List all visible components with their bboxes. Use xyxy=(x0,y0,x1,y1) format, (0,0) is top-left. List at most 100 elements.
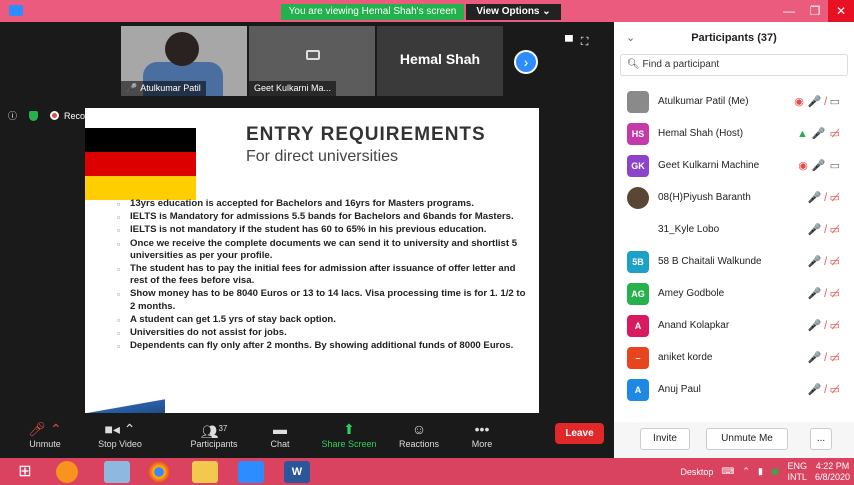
more-button[interactable]: ••• More xyxy=(462,419,502,449)
participant-row[interactable]: Atulkumar Patil (Me) ◉🎤̸▭ xyxy=(614,86,854,118)
invite-button[interactable]: Invite xyxy=(640,428,690,450)
stop-video-button[interactable]: ■◂ ⌃ Stop Video xyxy=(90,419,150,449)
chat-button[interactable]: ▬ Chat xyxy=(262,419,298,449)
thumbnail-name: Hemal Shah xyxy=(399,51,481,67)
video-thumbnail-atulkumar[interactable]: 🎤 Atulkumar Patil xyxy=(121,26,247,96)
slide-bullet: The student has to pay the initial fees … xyxy=(117,263,532,287)
avatar: HS xyxy=(627,123,649,145)
chrome-icon[interactable] xyxy=(148,461,170,483)
firefox-icon[interactable] xyxy=(56,461,78,483)
viewing-screen-banner: You are viewing Hemal Shah's screen xyxy=(281,4,464,20)
thumbnail-name-label: 🎤 Atulkumar Patil xyxy=(121,81,206,96)
camera-off-icon: ▭̸ xyxy=(829,320,844,332)
mic-muted-icon: 🎤̸ xyxy=(807,384,830,396)
participant-name: Anand Kolapkar xyxy=(658,320,730,331)
participant-row[interactable]: – aniket korde 🎤̸▭̸ xyxy=(614,342,854,374)
share-screen-icon: ⬆ xyxy=(343,421,355,437)
word-icon[interactable]: W xyxy=(284,461,310,483)
participant-row[interactable]: 08(H)Piyush Baranth 🎤̸▭̸ xyxy=(614,182,854,214)
participant-name: 08(H)Piyush Baranth xyxy=(658,192,751,203)
participant-name: Atulkumar Patil (Me) xyxy=(658,96,749,107)
desktop-toolbar[interactable]: Desktop xyxy=(680,467,713,477)
participant-list: Atulkumar Patil (Me) ◉🎤̸▭ HS Hemal Shah (H… xyxy=(614,86,854,406)
clock[interactable]: 4:22 PM 6/8/2020 xyxy=(815,461,850,483)
avatar: GK xyxy=(627,155,649,177)
more-dots-icon: ••• xyxy=(474,421,490,437)
mic-muted-icon: 🎤̸ xyxy=(807,256,830,268)
camera-off-icon: ▭̸ xyxy=(829,352,844,364)
unmute-me-button[interactable]: Unmute Me xyxy=(706,428,788,450)
view-controls[interactable]: ▀⛶ xyxy=(565,36,597,49)
mic-icon: 🎤 xyxy=(811,128,830,140)
mic-muted-icon: 🎤̸ xyxy=(807,352,830,364)
participants-label: Participants xyxy=(190,439,238,449)
camera-off-icon: ▭̸ xyxy=(829,384,844,396)
participant-status-icons: ▲🎤▭̸ xyxy=(797,118,844,150)
window-titlebar: You are viewing Hemal Shah's screen View… xyxy=(0,0,854,22)
german-flag-image xyxy=(85,128,196,200)
camera-off-icon: ▭̸ xyxy=(829,192,844,204)
keyboard-icon[interactable]: ⌨ xyxy=(721,466,734,477)
zoom-taskbar-icon[interactable] xyxy=(238,461,264,483)
mic-muted-icon: 🎤̸ xyxy=(807,320,830,332)
leave-button[interactable]: Leave xyxy=(555,423,604,444)
shield-icon[interactable] xyxy=(29,111,39,121)
slide-bullet: A student can get 1.5 yrs of stay back o… xyxy=(117,314,532,326)
video-thumbnail-hemal[interactable]: Hemal Shah xyxy=(377,26,503,96)
mic-muted-icon: 🎤̸ xyxy=(807,224,830,236)
slide-bullet-list: 13yrs education is accepted for Bachelor… xyxy=(117,198,532,353)
info-icon[interactable]: ⓘ xyxy=(8,108,17,124)
fullscreen-icon[interactable]: ⛶ xyxy=(581,36,597,48)
participants-icon: 👥︎37 xyxy=(200,423,228,440)
camera-off-icon: ▭̸ xyxy=(829,224,844,236)
battery-icon[interactable]: ▮ xyxy=(758,466,763,477)
slide-bullet: 13yrs education is accepted for Bachelor… xyxy=(117,198,532,210)
stop-video-label: Stop Video xyxy=(98,439,142,449)
emoji-icon: ☺ xyxy=(411,421,427,437)
minimize-button[interactable]: — xyxy=(776,0,802,22)
participant-row[interactable]: GK Geet Kulkarni Machine ◉🎤▭ xyxy=(614,150,854,182)
participant-row[interactable]: HS Hemal Shah (Host) ▲🎤▭̸ xyxy=(614,118,854,150)
slide-bullet: IELTS is not mandatory if the student ha… xyxy=(117,224,532,236)
avatar xyxy=(627,91,649,113)
video-camera-icon: ■◂ ⌃ xyxy=(104,421,136,437)
share-screen-button[interactable]: ⬆ Share Screen xyxy=(316,419,382,449)
more-options-button[interactable]: ... xyxy=(810,428,832,450)
participant-row[interactable]: A Anand Kolapkar 🎤̸▭̸ xyxy=(614,310,854,342)
video-thumbnail-geet[interactable]: Geet Kulkarni Ma... xyxy=(249,26,375,96)
participant-search-input[interactable]: 🔍︎ Find a participant xyxy=(620,54,848,76)
gallery-view-icon[interactable]: ▀ xyxy=(565,36,581,48)
network-icon[interactable]: ▣ xyxy=(771,466,780,477)
panel-title: Participants (37) xyxy=(691,32,777,44)
explorer-icon[interactable] xyxy=(104,461,130,483)
collapse-chevron-icon[interactable]: ⌄ xyxy=(626,22,635,54)
language-indicator[interactable]: ENG INTL xyxy=(787,461,807,483)
maximize-button[interactable]: ❐ xyxy=(802,0,828,22)
shared-screen-slide: ENTRY REQUIREMENTS For direct universiti… xyxy=(85,108,539,415)
panel-header: ⌄ Participants (37) xyxy=(614,22,854,54)
participant-name: aniket korde xyxy=(658,352,713,363)
file-manager-icon[interactable] xyxy=(192,461,218,483)
participant-row[interactable]: 5B 58 B Chaitali Walkunde 🎤̸▭̸ xyxy=(614,246,854,278)
participant-row[interactable]: A Anuj Paul 🎤̸▭̸ xyxy=(614,374,854,406)
close-button[interactable]: ✕ xyxy=(828,0,854,22)
participant-status-icons: 🎤̸▭̸ xyxy=(808,182,844,214)
windows-start-icon[interactable]: ⊞ xyxy=(12,461,38,483)
unmute-button[interactable]: 🎤︎ ⌃ Unmute xyxy=(20,419,70,449)
system-tray: Desktop ⌨ ⌃ ▮ ▣ ENG INTL 4:22 PM 6/8/2020 xyxy=(680,458,850,485)
windows-taskbar: ⊞ W Desktop ⌨ ⌃ ▮ ▣ ENG INTL 4:22 PM 6/8/2… xyxy=(0,458,854,485)
avatar: A xyxy=(627,379,649,401)
zoom-app-icon xyxy=(9,5,23,16)
reactions-button[interactable]: ☺ Reactions xyxy=(394,419,444,449)
next-page-button[interactable]: › xyxy=(514,50,538,74)
avatar: AG xyxy=(627,283,649,305)
participant-row[interactable]: AG Amey Godbole 🎤̸▭̸ xyxy=(614,278,854,310)
participant-row[interactable]: 31_Kyle Lobo 🎤̸▭̸ xyxy=(614,214,854,246)
flag-stripe-gold xyxy=(85,176,196,200)
participants-button[interactable]: 👥︎37 Participants xyxy=(182,419,246,449)
search-icon: 🔍︎ xyxy=(627,59,643,70)
mic-muted-icon: 🎤 xyxy=(126,83,138,93)
tray-chevron-icon[interactable]: ⌃ xyxy=(742,466,750,477)
lang-bottom: INTL xyxy=(787,471,807,482)
view-options-button[interactable]: View Options ⌄ xyxy=(466,4,561,20)
